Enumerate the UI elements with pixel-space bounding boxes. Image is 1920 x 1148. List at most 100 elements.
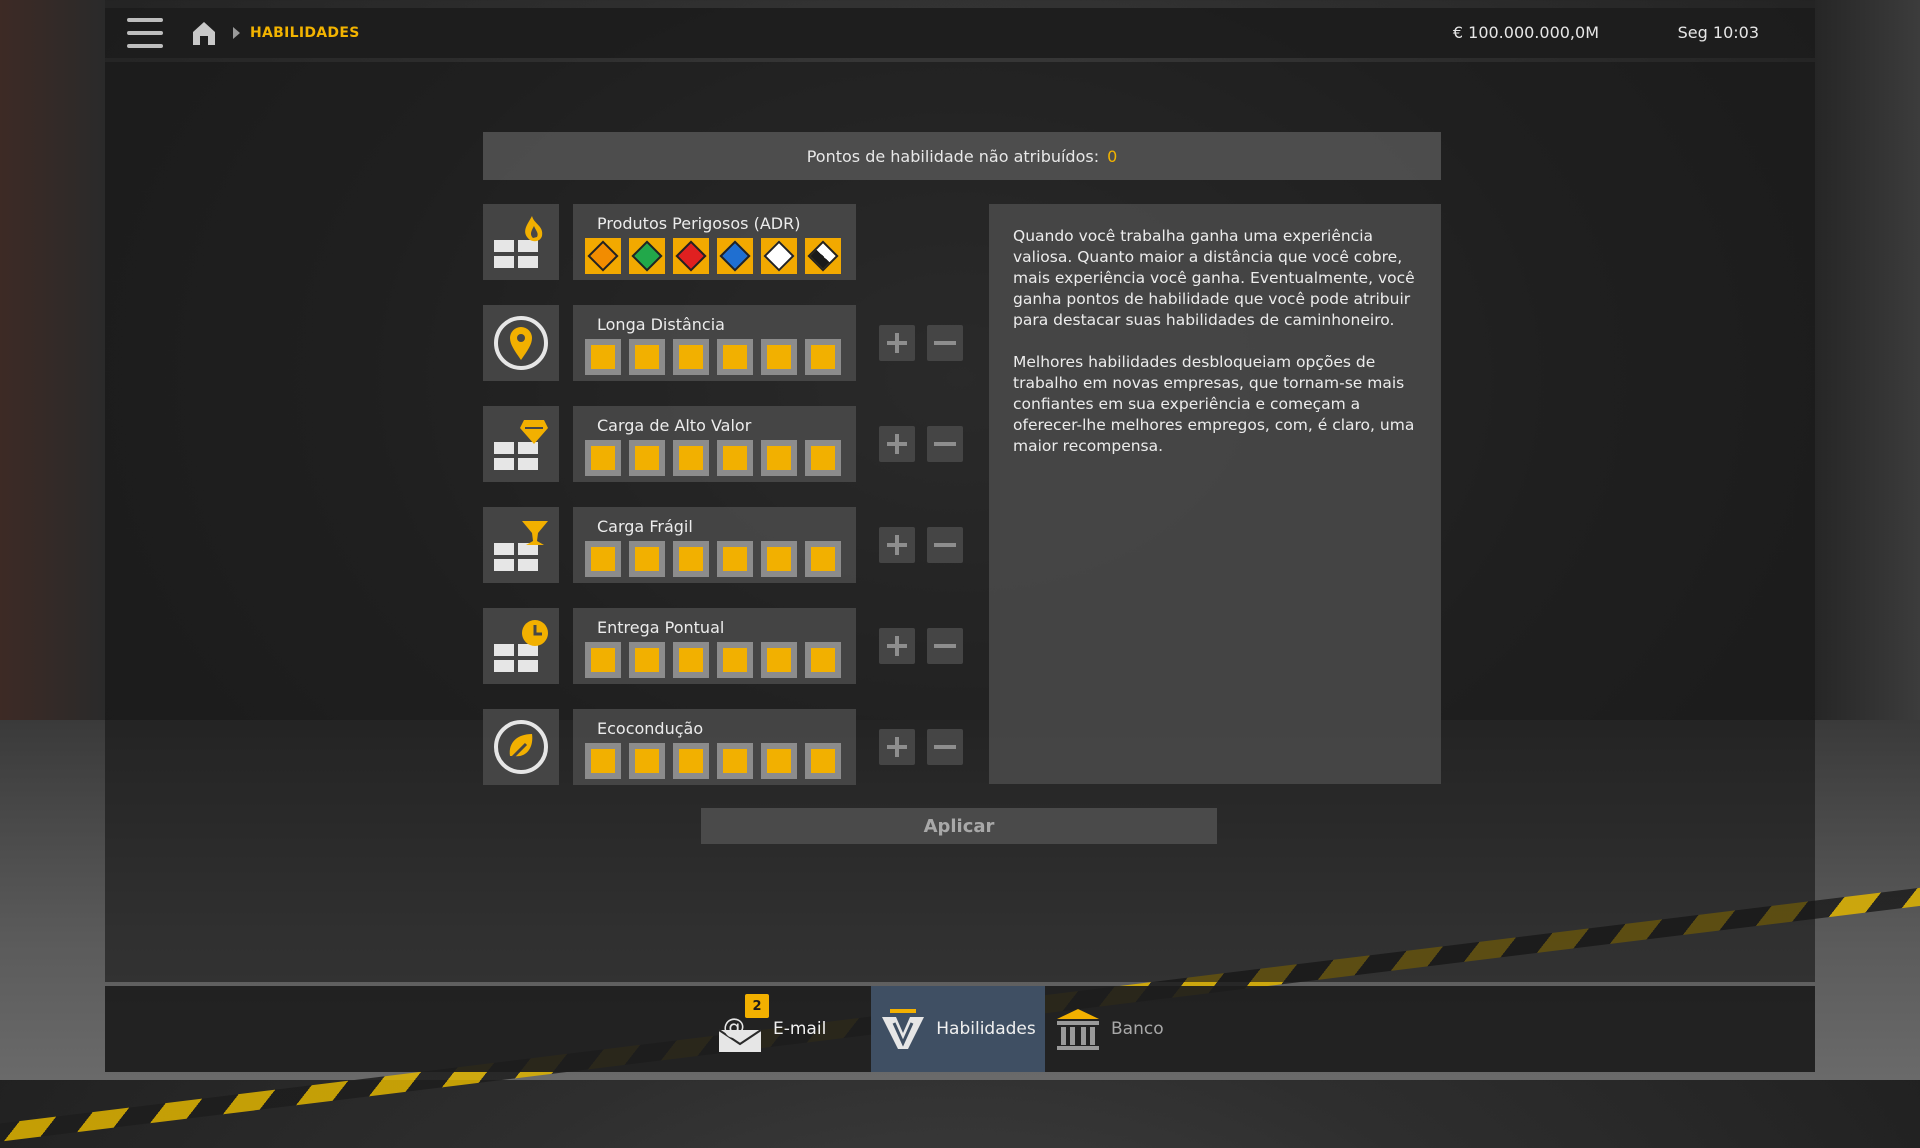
skill-level xyxy=(717,440,753,476)
description-paragraph: Quando você trabalha ganha uma experiênc… xyxy=(1013,227,1415,329)
skill-name: Ecocondução xyxy=(597,719,704,738)
skill-level xyxy=(629,541,665,577)
skill-row-eco-driving: Ecocondução xyxy=(483,709,983,785)
apply-button[interactable]: Aplicar xyxy=(701,808,1217,844)
money-balance: € 100.000.000,0M xyxy=(1452,23,1599,42)
skill-box-fragile: Carga Frágil xyxy=(573,507,856,583)
bank-building-icon xyxy=(1057,1009,1099,1050)
skill-box-adr: Produtos Perigosos (ADR) xyxy=(573,204,856,280)
skill-box-high-value: Carga de Alto Valor xyxy=(573,406,856,482)
skill-level xyxy=(805,743,841,779)
skill-level xyxy=(585,642,621,678)
minus-button[interactable] xyxy=(927,426,963,462)
svg-text:@: @ xyxy=(723,1015,745,1040)
location-pin-icon xyxy=(483,305,559,381)
skill-level xyxy=(717,743,753,779)
top-bar: HABILIDADES € 100.000.000,0M Seg 10:03 xyxy=(105,8,1815,58)
skills-panel: Pontos de habilidade não atribuídos: 0 P… xyxy=(105,62,1815,982)
skill-name: Longa Distância xyxy=(597,315,725,334)
skill-level xyxy=(761,743,797,779)
hamburger-menu-icon[interactable] xyxy=(127,18,163,48)
skill-level xyxy=(761,339,797,375)
nav-tab-label: Banco xyxy=(1111,1019,1164,1039)
adr-fire-crates-icon xyxy=(483,204,559,280)
toxic-hazard-icon xyxy=(761,238,797,274)
skill-level xyxy=(585,743,621,779)
skill-row-adr: Produtos Perigosos (ADR) xyxy=(483,204,983,280)
skill-row-fragile: Carga Frágil xyxy=(483,507,983,583)
adr-hazard-classes xyxy=(585,238,841,274)
skill-level xyxy=(673,440,709,476)
plus-button[interactable] xyxy=(879,628,915,664)
skill-level xyxy=(717,642,753,678)
nav-tab-skills[interactable]: Habilidades xyxy=(871,986,1045,1072)
nav-tab-bank[interactable]: Banco xyxy=(1055,986,1205,1072)
skill-name: Carga de Alto Valor xyxy=(597,416,752,435)
breadcrumb: HABILIDADES xyxy=(250,25,360,41)
unassigned-points-bar: Pontos de habilidade não atribuídos: 0 xyxy=(483,132,1441,180)
description-paragraph: Melhores habilidades desbloqueiam opções… xyxy=(1013,353,1415,455)
skill-levels xyxy=(585,339,841,375)
explosives-hazard-icon xyxy=(585,238,621,274)
skill-name: Carga Frágil xyxy=(597,517,693,536)
nav-tab-label: Habilidades xyxy=(936,1019,1036,1039)
skill-level xyxy=(629,440,665,476)
skill-level xyxy=(805,339,841,375)
corrosive-hazard-icon xyxy=(805,238,841,274)
nav-tab-email[interactable]: @ 2 E-mail xyxy=(711,986,861,1072)
breadcrumb-arrow-icon xyxy=(233,27,240,39)
skill-level xyxy=(761,440,797,476)
home-icon[interactable] xyxy=(189,18,219,48)
skill-level xyxy=(761,642,797,678)
skills-chevron-icon xyxy=(882,1009,925,1049)
skill-row-just-in-time: Entrega Pontual xyxy=(483,608,983,684)
skill-level xyxy=(673,541,709,577)
game-clock: Seg 10:03 xyxy=(1677,23,1759,42)
glass-crates-icon xyxy=(483,507,559,583)
diamond-crates-icon xyxy=(483,406,559,482)
minus-button[interactable] xyxy=(927,325,963,361)
clock-crates-icon xyxy=(483,608,559,684)
skill-level xyxy=(585,440,621,476)
skill-level xyxy=(717,339,753,375)
skill-level xyxy=(585,541,621,577)
plus-button[interactable] xyxy=(879,325,915,361)
flammable-liquid-hazard-icon xyxy=(673,238,709,274)
plus-button[interactable] xyxy=(879,527,915,563)
skill-box-long-distance: Longa Distância xyxy=(573,305,856,381)
email-unread-badge: 2 xyxy=(745,994,769,1018)
skill-level xyxy=(629,743,665,779)
skill-level xyxy=(673,743,709,779)
minus-button[interactable] xyxy=(927,729,963,765)
skill-level xyxy=(673,642,709,678)
skill-name: Entrega Pontual xyxy=(597,618,725,637)
skill-row-high-value: Carga de Alto Valor xyxy=(483,406,983,482)
skill-level xyxy=(761,541,797,577)
nav-tab-label: E-mail xyxy=(773,1019,827,1039)
gas-hazard-icon xyxy=(629,238,665,274)
dangerous-when-wet-hazard-icon xyxy=(717,238,753,274)
skill-level xyxy=(805,440,841,476)
skill-name: Produtos Perigosos (ADR) xyxy=(597,214,801,233)
unassigned-points-label: Pontos de habilidade não atribuídos: xyxy=(806,146,1100,166)
skill-row-long-distance: Longa Distância xyxy=(483,305,983,381)
skill-levels xyxy=(585,541,841,577)
skill-box-eco-driving: Ecocondução xyxy=(573,709,856,785)
skill-level xyxy=(717,541,753,577)
plus-button[interactable] xyxy=(879,729,915,765)
skill-level xyxy=(805,642,841,678)
minus-button[interactable] xyxy=(927,628,963,664)
plus-button[interactable] xyxy=(879,426,915,462)
skill-level xyxy=(673,339,709,375)
skill-description-panel: Quando você trabalha ganha uma experiênc… xyxy=(989,204,1441,784)
skill-level xyxy=(629,339,665,375)
unassigned-points-value: 0 xyxy=(1107,146,1118,166)
leaf-circle-icon xyxy=(483,709,559,785)
skill-levels xyxy=(585,440,841,476)
skill-box-just-in-time: Entrega Pontual xyxy=(573,608,856,684)
skill-level xyxy=(805,541,841,577)
bottom-nav: @ 2 E-mail Habilidades Banco xyxy=(105,986,1815,1072)
skill-level xyxy=(629,642,665,678)
skill-levels xyxy=(585,743,841,779)
minus-button[interactable] xyxy=(927,527,963,563)
